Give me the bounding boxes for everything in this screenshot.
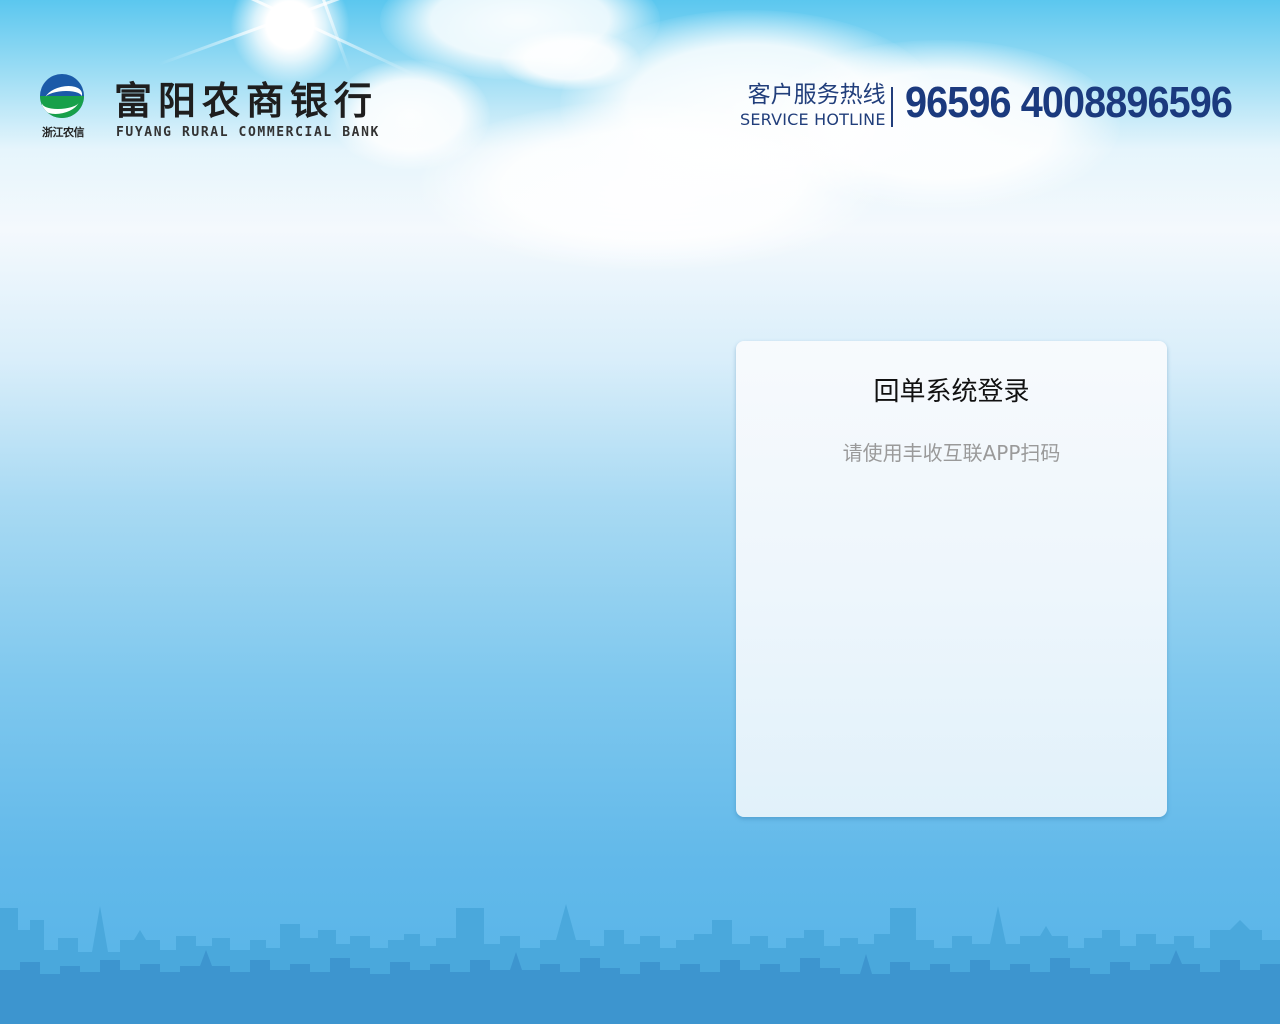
hotline-label-en: SERVICE HOTLINE [740, 110, 886, 129]
login-title: 回单系统登录 [873, 377, 1030, 407]
bank-name: 富阳农商银行 [114, 78, 379, 123]
city-skyline-decoration [0, 904, 1280, 1024]
hotline-label: 客户服务热线 SERVICE HOTLINE [740, 80, 886, 130]
hotline-label-cn: 客户服务热线 [747, 82, 886, 108]
hotline-numbers: 96596 4008896596 [905, 78, 1233, 127]
hotline-divider [891, 87, 893, 127]
logo-emblem-icon [40, 74, 84, 118]
rural-credit-logo: 浙江农信 [38, 74, 88, 140]
login-hint: 请使用丰收互联APP扫码 [842, 441, 1061, 465]
bank-name-en: FUYANG RURAL COMMERCIAL BANK [116, 125, 380, 140]
login-card: 回单系统登录 请使用丰收互联APP扫码 [736, 341, 1167, 817]
logo-sub-text: 浙江农信 [42, 126, 85, 139]
qr-code-area[interactable] [831, 491, 1071, 731]
login-page: 浙江农信 富阳农商银行 FUYANG RURAL COMMERCIAL BANK… [0, 0, 1280, 1024]
